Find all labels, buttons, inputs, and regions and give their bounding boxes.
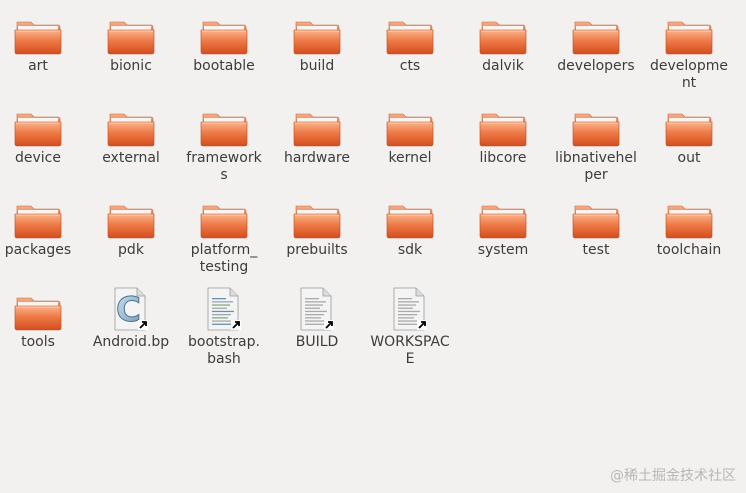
folder-item-device[interactable]: device bbox=[0, 104, 84, 167]
folder-icon[interactable] bbox=[665, 12, 713, 56]
folder-icon[interactable] bbox=[479, 196, 527, 240]
item-label: external bbox=[102, 150, 160, 166]
folder-item-tools[interactable]: tools bbox=[0, 288, 84, 351]
folder-item-out[interactable]: out bbox=[643, 104, 735, 167]
text-file-icon[interactable] bbox=[293, 287, 341, 332]
folder-item-bootable[interactable]: bootable bbox=[178, 12, 270, 75]
folder-icon[interactable] bbox=[200, 12, 248, 56]
folder-icon[interactable] bbox=[293, 196, 341, 240]
item-label: bootable bbox=[193, 58, 255, 74]
folder-icon[interactable] bbox=[293, 104, 341, 148]
folder-icon[interactable] bbox=[665, 196, 713, 240]
folder-icon[interactable] bbox=[14, 104, 62, 148]
item-label: bootstrap. bash bbox=[188, 334, 260, 367]
folder-icon[interactable] bbox=[200, 196, 248, 240]
folder-item-developers[interactable]: developers bbox=[550, 12, 642, 75]
folder-icon[interactable] bbox=[107, 12, 155, 56]
folder-icon[interactable] bbox=[386, 196, 434, 240]
item-label: kernel bbox=[388, 150, 432, 166]
folder-icon[interactable] bbox=[107, 196, 155, 240]
folder-icon[interactable] bbox=[107, 104, 155, 148]
folder-icon[interactable] bbox=[572, 12, 620, 56]
text-file-icon[interactable] bbox=[386, 287, 434, 332]
folder-item-libnativehelper[interactable]: libnativehel per bbox=[550, 104, 642, 184]
folder-item-cts[interactable]: cts bbox=[364, 12, 456, 75]
item-label: build bbox=[299, 58, 335, 74]
folder-icon[interactable] bbox=[386, 12, 434, 56]
folder-icon[interactable] bbox=[479, 104, 527, 148]
item-label: developme nt bbox=[650, 58, 728, 91]
folder-item-sdk[interactable]: sdk bbox=[364, 196, 456, 259]
item-label: hardware bbox=[284, 150, 350, 166]
c-source-file-icon[interactable]: C bbox=[107, 287, 155, 332]
folder-item-packages[interactable]: packages bbox=[0, 196, 84, 259]
item-label: system bbox=[477, 242, 529, 258]
file-icon-grid: art bionic bootable build cts dalvik developer… bbox=[0, 0, 746, 493]
item-label: bionic bbox=[110, 58, 152, 74]
item-label: dalvik bbox=[482, 58, 524, 74]
folder-item-dalvik[interactable]: dalvik bbox=[457, 12, 549, 75]
folder-icon[interactable] bbox=[14, 196, 62, 240]
item-label: packages bbox=[4, 242, 72, 258]
item-label: platform_ testing bbox=[190, 242, 258, 275]
folder-item-frameworks[interactable]: framework s bbox=[178, 104, 270, 184]
folder-icon[interactable] bbox=[572, 196, 620, 240]
file-item-android-bp[interactable]: C Android.bp bbox=[85, 287, 177, 351]
folder-item-system[interactable]: system bbox=[457, 196, 549, 259]
item-label: framework s bbox=[186, 150, 262, 183]
item-label: BUILD bbox=[295, 334, 339, 350]
folder-item-external[interactable]: external bbox=[85, 104, 177, 167]
item-label: sdk bbox=[397, 242, 423, 258]
item-label: Android.bp bbox=[92, 334, 170, 350]
item-label: art bbox=[28, 58, 48, 74]
folder-item-pdk[interactable]: pdk bbox=[85, 196, 177, 259]
folder-icon[interactable] bbox=[386, 104, 434, 148]
folder-icon[interactable] bbox=[14, 288, 62, 332]
item-label: pdk bbox=[118, 242, 144, 258]
folder-item-bionic[interactable]: bionic bbox=[85, 12, 177, 75]
svg-text:C: C bbox=[116, 290, 141, 330]
item-label: developers bbox=[557, 58, 635, 74]
folder-icon[interactable] bbox=[665, 104, 713, 148]
folder-item-kernel[interactable]: kernel bbox=[364, 104, 456, 167]
item-label: out bbox=[677, 150, 701, 166]
folder-icon[interactable] bbox=[14, 12, 62, 56]
folder-item-libcore[interactable]: libcore bbox=[457, 104, 549, 167]
item-label: WORKSPAC E bbox=[370, 334, 450, 367]
file-item-workspace[interactable]: WORKSPAC E bbox=[364, 287, 456, 368]
folder-icon[interactable] bbox=[293, 12, 341, 56]
item-label: libcore bbox=[479, 150, 527, 166]
folder-item-prebuilts[interactable]: prebuilts bbox=[271, 196, 363, 259]
item-label: cts bbox=[399, 58, 421, 74]
folder-item-art[interactable]: art bbox=[0, 12, 84, 75]
folder-item-hardware[interactable]: hardware bbox=[271, 104, 363, 167]
script-file-icon[interactable] bbox=[200, 287, 248, 332]
item-label: prebuilts bbox=[286, 242, 348, 258]
folder-item-build[interactable]: build bbox=[271, 12, 363, 75]
item-label: device bbox=[15, 150, 61, 166]
file-item-bootstrap-bash[interactable]: bootstrap. bash bbox=[178, 287, 270, 368]
folder-item-test[interactable]: test bbox=[550, 196, 642, 259]
file-item-build[interactable]: BUILD bbox=[271, 287, 363, 351]
item-label: test bbox=[582, 242, 610, 258]
folder-icon[interactable] bbox=[479, 12, 527, 56]
folder-icon[interactable] bbox=[200, 104, 248, 148]
folder-item-platform-testing[interactable]: platform_ testing bbox=[178, 196, 270, 276]
folder-item-development[interactable]: developme nt bbox=[643, 12, 735, 92]
item-label: libnativehel per bbox=[555, 150, 637, 183]
folder-item-toolchain[interactable]: toolchain bbox=[643, 196, 735, 259]
folder-icon[interactable] bbox=[572, 104, 620, 148]
item-label: toolchain bbox=[656, 242, 722, 258]
watermark: @稀土掘金技术社区 bbox=[610, 468, 736, 484]
item-label: tools bbox=[21, 334, 55, 350]
